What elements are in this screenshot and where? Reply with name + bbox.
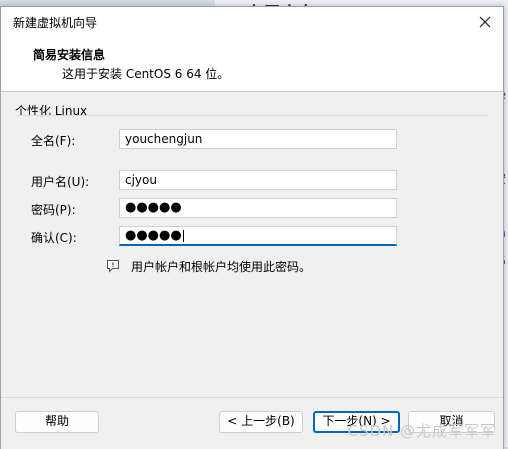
confirm-password-field[interactable]: ●●●●● <box>119 226 397 246</box>
new-vm-wizard-dialog: 新建虚拟机向导 简易安装信息 这用于安装 CentOS 6 64 位。 个性化 … <box>0 6 504 449</box>
username-label: 用户名(U): <box>31 175 90 189</box>
page-subtitle: 这用于安装 CentOS 6 64 位。 <box>62 67 230 81</box>
username-field[interactable]: cjyou <box>119 170 397 190</box>
wizard-header: 简易安装信息 这用于安装 CentOS 6 64 位。 <box>1 37 503 92</box>
password-field[interactable]: ●●●●● <box>119 198 397 218</box>
password-note: 用户帐户和根帐户均使用此密码。 <box>131 260 312 274</box>
info-icon <box>107 260 119 273</box>
password-label: 密码(P): <box>31 203 76 217</box>
window-title: 新建虚拟机向导 <box>13 16 98 30</box>
help-button[interactable]: 帮助 <box>15 411 99 433</box>
title-bar: 新建虚拟机向导 <box>1 7 503 37</box>
confirm-password-value: ●●●●● <box>125 228 182 243</box>
page-title: 简易安装信息 <box>33 48 106 62</box>
close-icon <box>479 16 491 28</box>
text-caret <box>182 229 184 242</box>
full-name-label: 全名(F): <box>31 134 76 148</box>
confirm-password-label: 确认(C): <box>31 231 77 245</box>
back-button[interactable]: < 上一步(B) <box>219 411 303 433</box>
full-name-field[interactable]: youchengjun <box>119 129 397 149</box>
group-divider <box>15 115 489 116</box>
watermark: CSDN @尤成军军军 <box>347 422 496 440</box>
close-button[interactable] <box>473 10 497 34</box>
wizard-content: 个性化 Linux 全名(F): youchengjun 用户名(U): cjy… <box>1 92 503 396</box>
group-label: 个性化 Linux <box>15 104 88 118</box>
